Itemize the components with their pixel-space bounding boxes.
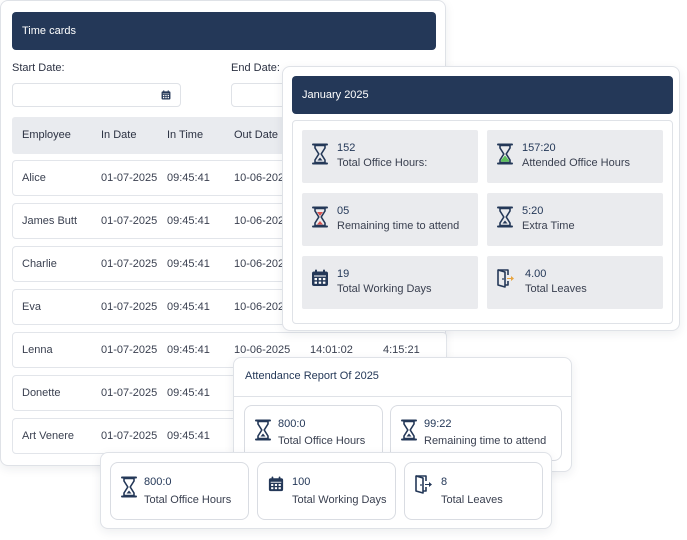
stat-value: 5:20 bbox=[522, 205, 544, 217]
cell-in-date: 01-07-2025 bbox=[101, 430, 158, 442]
stat-remaining-time: 05 Remaining time to attend bbox=[302, 193, 478, 246]
stat-label: Total Leaves bbox=[525, 283, 587, 295]
cell-employee: Donette bbox=[22, 387, 61, 399]
stat-value: 800:0 bbox=[144, 476, 172, 488]
hourglass-half-icon bbox=[311, 206, 329, 228]
column-header-in-time[interactable]: In Time bbox=[167, 129, 203, 141]
stat-value: 152 bbox=[337, 142, 356, 154]
cell-in-time: 09:45:41 bbox=[167, 344, 210, 356]
cell-employee: Charlie bbox=[22, 258, 57, 270]
stat-total-leaves: 4.00 Total Leaves bbox=[487, 256, 663, 309]
cell-in-time: 09:45:41 bbox=[167, 301, 210, 313]
stat-label: Total Office Hours bbox=[144, 494, 232, 506]
cell-in-date: 01-07-2025 bbox=[101, 172, 158, 184]
stat-total-office-hours: 152 Total Office Hours: bbox=[302, 130, 478, 183]
cell-employee: Art Venere bbox=[22, 430, 74, 442]
january-stats-grid: 152 Total Office Hours: 157:20 Attended … bbox=[292, 120, 673, 324]
stat-value: 99:22 bbox=[424, 418, 452, 430]
cell-in-date: 01-07-2025 bbox=[101, 387, 158, 399]
stat-label: Remaining time to attend bbox=[424, 435, 547, 447]
stat-extra-time: 5:20 Extra Time bbox=[487, 193, 663, 246]
hourglass-icon bbox=[120, 476, 138, 498]
stat-label: Attended Office Hours bbox=[522, 157, 631, 169]
cell-employee: Eva bbox=[22, 301, 41, 313]
stat-total-office-hours: 800:0 Total Office Hours bbox=[110, 462, 249, 520]
stat-value: 05 bbox=[337, 205, 350, 217]
stat-total-working-days: 19 Total Working Days bbox=[302, 256, 478, 309]
stat-value: 8 bbox=[441, 476, 448, 488]
hourglass-icon bbox=[496, 206, 514, 228]
stat-label: Total Office Hours: bbox=[337, 157, 428, 169]
cell-in-time: 09:45:41 bbox=[167, 387, 210, 399]
stat-label: Total Working Days bbox=[292, 494, 387, 506]
cell-in-date: 01-07-2025 bbox=[101, 215, 158, 227]
calendar-icon[interactable] bbox=[161, 90, 171, 100]
january-title: January 2025 bbox=[302, 89, 369, 101]
cell-employee: James Butt bbox=[22, 215, 78, 227]
stat-label: Total Working Days bbox=[337, 283, 432, 295]
cell-out-date: 10-06-2025 bbox=[234, 344, 291, 356]
cell-in-time: 09:45:41 bbox=[167, 172, 210, 184]
hourglass-filled-icon bbox=[496, 143, 514, 165]
stat-total-working-days: 100 Total Working Days bbox=[257, 462, 396, 520]
attendance-title: Attendance Report Of 2025 bbox=[245, 370, 379, 382]
stat-label: Total Office Hours bbox=[278, 435, 366, 447]
cell-employee: Alice bbox=[22, 172, 46, 184]
exit-door-icon bbox=[495, 268, 515, 288]
hourglass-icon bbox=[311, 143, 329, 165]
hourglass-icon bbox=[400, 419, 418, 441]
stat-value: 19 bbox=[337, 268, 350, 280]
column-header-employee[interactable]: Employee bbox=[22, 129, 71, 141]
stat-label: Total Leaves bbox=[441, 494, 503, 506]
cell-in-time: 09:45:41 bbox=[167, 430, 210, 442]
yearly-summary-panel: 800:0 Total Office Hours 100 Total Worki… bbox=[100, 452, 552, 529]
cell-duration: 4:15:21 bbox=[383, 344, 420, 356]
stat-value: 100 bbox=[292, 476, 311, 488]
timecards-header: Time cards bbox=[12, 12, 436, 50]
stat-attended-office-hours: 157:20 Attended Office Hours bbox=[487, 130, 663, 183]
timecards-title: Time cards bbox=[22, 25, 76, 37]
cell-in-time: 09:45:41 bbox=[167, 215, 210, 227]
stat-value: 4.00 bbox=[525, 268, 547, 280]
stat-value: 157:20 bbox=[522, 142, 556, 154]
start-date-input[interactable] bbox=[12, 83, 181, 107]
hourglass-icon bbox=[254, 419, 272, 441]
cell-in-time: 09:45:41 bbox=[167, 258, 210, 270]
cell-in-date: 01-07-2025 bbox=[101, 301, 158, 313]
january-summary-panel: January 2025 152 Total Office Hours: 157… bbox=[282, 66, 680, 331]
end-date-label: End Date: bbox=[231, 62, 280, 74]
stat-value: 800:0 bbox=[278, 418, 306, 430]
calendar-icon bbox=[268, 475, 284, 493]
january-header: January 2025 bbox=[292, 76, 673, 114]
cell-in-date: 01-07-2025 bbox=[101, 258, 158, 270]
stat-label: Extra Time bbox=[522, 220, 575, 232]
cell-out-time: 14:01:02 bbox=[310, 344, 353, 356]
calendar-icon bbox=[311, 269, 329, 287]
stat-label: Remaining time to attend bbox=[337, 220, 460, 232]
column-header-in-date[interactable]: In Date bbox=[101, 129, 136, 141]
column-header-out-date[interactable]: Out Date bbox=[234, 129, 278, 141]
cell-employee: Lenna bbox=[22, 344, 53, 356]
start-date-label: Start Date: bbox=[12, 62, 65, 74]
cell-in-date: 01-07-2025 bbox=[101, 344, 158, 356]
exit-door-icon bbox=[413, 474, 433, 494]
divider bbox=[234, 396, 571, 397]
stat-total-leaves: 8 Total Leaves bbox=[404, 462, 543, 520]
